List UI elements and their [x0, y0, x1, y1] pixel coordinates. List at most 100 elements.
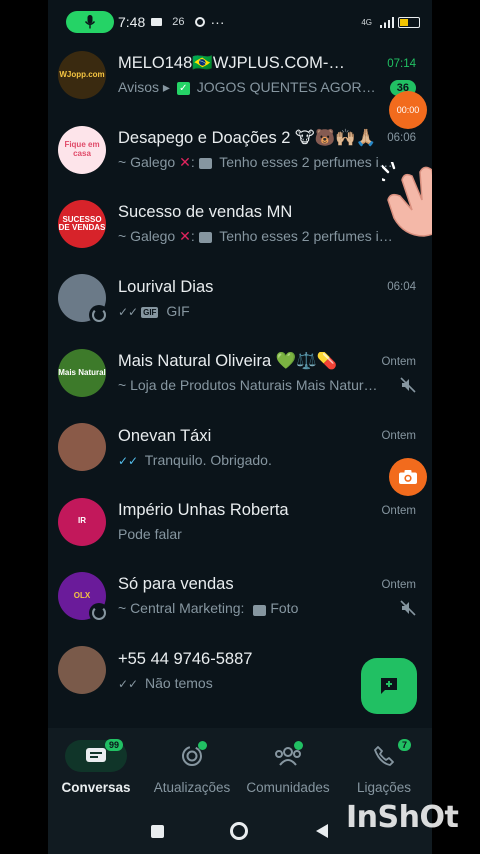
avatar-image: [58, 423, 106, 472]
status-update-ring-icon: [89, 305, 109, 326]
preview-text: Tenho esses 2 perfumes i…: [219, 227, 393, 244]
nav-label: Comunidades: [246, 780, 330, 795]
nav-badge: 7: [397, 739, 411, 751]
phone-icon: [374, 746, 394, 766]
nav-tab-ligações[interactable]: 7 Ligações: [336, 739, 432, 808]
avatar[interactable]: WJopp.com: [58, 51, 106, 100]
preview-text: Não temos: [145, 674, 213, 691]
preview-text: ~ Central Marketing:: [118, 600, 245, 617]
avatar-image: [58, 646, 106, 695]
avatar-image: IR: [58, 497, 106, 546]
chat-preview: ✓✓ GIF GIF: [118, 303, 416, 319]
status-indicator: 26: [172, 16, 185, 28]
mic-indicator: [66, 11, 114, 33]
chat-preview: ✓✓ Tranquilo. Obrigado.: [118, 452, 416, 468]
chat-list: WJopp.com MELO148🇧🇷WJPLUS.COM-… 07:14 Av…: [48, 38, 432, 708]
avatar[interactable]: IR: [58, 497, 106, 546]
avatar[interactable]: [58, 646, 106, 695]
chat-row[interactable]: OLX Só para vendas Ontem ~ Central Marke…: [48, 559, 432, 633]
nav-tab-comunidades[interactable]: Comunidades: [240, 740, 336, 808]
chat-preview: Avisos ▸ ✓ JOGOS QUENTES AGORA COM…: [118, 79, 384, 96]
chat-preview: ~ Loja de Produtos Naturais Mais Natur…: [118, 377, 392, 393]
chat-name: Sucesso de vendas MN: [118, 202, 293, 221]
video-icon: [151, 18, 163, 26]
avatar[interactable]: Fique em casa: [58, 125, 106, 174]
mute-icon: [400, 377, 416, 393]
chat-row[interactable]: Lourival Dias 06:04 ✓✓ GIF GIF: [48, 261, 432, 335]
signal-icon: [380, 16, 394, 28]
home-button[interactable]: [230, 822, 249, 840]
status-update-ring-icon: [89, 602, 109, 623]
preview-text: Tranquilo. Obrigado.: [144, 451, 272, 468]
more-dots: ···: [210, 14, 225, 30]
chat-time: Ontem: [381, 578, 416, 591]
mic-icon: [84, 15, 96, 29]
nav-label: Ligações: [356, 780, 412, 795]
chat-row[interactable]: WJopp.com MELO148🇧🇷WJPLUS.COM-… 07:14 Av…: [48, 38, 432, 112]
inshot-watermark: InShOt: [346, 800, 459, 835]
chat-row[interactable]: IR Império Unhas Roberta Ontem Pode fala…: [48, 484, 432, 558]
preview-sender: ~ Galego: [118, 227, 176, 244]
chat-row[interactable]: Onevan Táxi Ontem ✓✓ Tranquilo. Obrigado…: [48, 410, 432, 484]
new-chat-button[interactable]: [361, 658, 417, 714]
nav-badge: 99: [104, 739, 123, 751]
chat-icon: [85, 747, 107, 765]
new-chat-icon: [381, 678, 397, 694]
avatar-image: Fique em casa: [58, 125, 106, 174]
chat-name: Desapego e Doações 2 🐮🐻🙌🏼🙏🏼: [118, 129, 377, 148]
battery-icon: [398, 16, 420, 28]
phone-screen: 7:48 26 ··· 4G WJopp.com MELO148🇧🇷WJPLUS…: [48, 0, 432, 854]
chat-row[interactable]: SUCESSO DE VENDAS Sucesso de vendas MN 0…: [48, 187, 432, 261]
preview-text: ~ Loja de Produtos Naturais Mais Natur…: [118, 377, 378, 394]
chat-name: Só para vendas: [118, 575, 234, 594]
chat-preview: ~ Central Marketing: Foto: [118, 600, 392, 616]
chat-preview: Pode falar: [118, 526, 416, 542]
screenshot-camera-button[interactable]: [389, 458, 427, 496]
avatar[interactable]: OLX: [58, 571, 109, 623]
chat-row[interactable]: Fique em casa Desapego e Doações 2 🐮🐻🙌🏼🙏…: [48, 112, 432, 186]
avatar[interactable]: Mais Natural: [58, 348, 106, 397]
avatar[interactable]: SUCESSO DE VENDAS: [58, 199, 106, 248]
image-icon: [198, 158, 212, 170]
screen-recorder-timer[interactable]: 00:00: [389, 91, 427, 129]
preview-sender: Avisos ▸: [118, 79, 170, 96]
nav-dot-indicator: [198, 741, 207, 750]
left-letterbox: [0, 0, 48, 854]
chat-time: Ontem: [381, 355, 416, 368]
network-label: 4G: [361, 17, 372, 27]
avatar-image: WJopp.com: [58, 51, 106, 100]
chat-time: 06:04: [387, 281, 416, 294]
image-icon: [198, 232, 212, 244]
chat-row[interactable]: Mais Natural Mais Natural Oliveira 💚⚖️💊 …: [48, 336, 432, 410]
chat-name: Império Unhas Roberta: [118, 501, 289, 520]
chat-name: Lourival Dias: [118, 277, 214, 296]
nav-tab-atualizações[interactable]: Atualizações: [144, 740, 240, 808]
camera-icon: [399, 470, 417, 484]
preview-suffix: Foto: [270, 600, 299, 617]
gif-icon: GIF: [141, 306, 159, 318]
nav-label: Atualizações: [153, 780, 231, 795]
back-button[interactable]: [315, 824, 329, 838]
avatar[interactable]: [58, 423, 106, 472]
preview-text: GIF: [166, 302, 190, 319]
avatar[interactable]: [58, 274, 109, 326]
chat-time: 07:14: [387, 57, 416, 70]
nav-tab-conversas[interactable]: 99 Conversas: [48, 739, 144, 808]
chat-name: MELO148🇧🇷WJPLUS.COM-…: [118, 54, 345, 73]
chat-time: Ontem: [381, 430, 416, 443]
preview-text: Tenho esses 2 perfumes i…: [219, 154, 393, 171]
chat-name: Mais Natural Oliveira 💚⚖️💊: [118, 352, 338, 371]
avatar-image: Mais Natural: [58, 348, 106, 397]
nav-label: Conversas: [61, 780, 131, 795]
red-x-icon: ✕: [179, 154, 191, 171]
preview-text: Pode falar: [118, 526, 182, 543]
double-tick-icon: ✓✓: [118, 304, 139, 319]
red-x-icon: ✕: [179, 227, 191, 244]
mute-icon: [400, 600, 416, 616]
double-tick-icon: ✓✓: [118, 676, 139, 691]
avatar-image: SUCESSO DE VENDAS: [58, 199, 106, 248]
right-letterbox: [432, 0, 480, 854]
recents-button[interactable]: [151, 824, 165, 838]
chrome-icon: [194, 17, 205, 27]
double-tick-icon: ✓✓: [118, 453, 139, 468]
